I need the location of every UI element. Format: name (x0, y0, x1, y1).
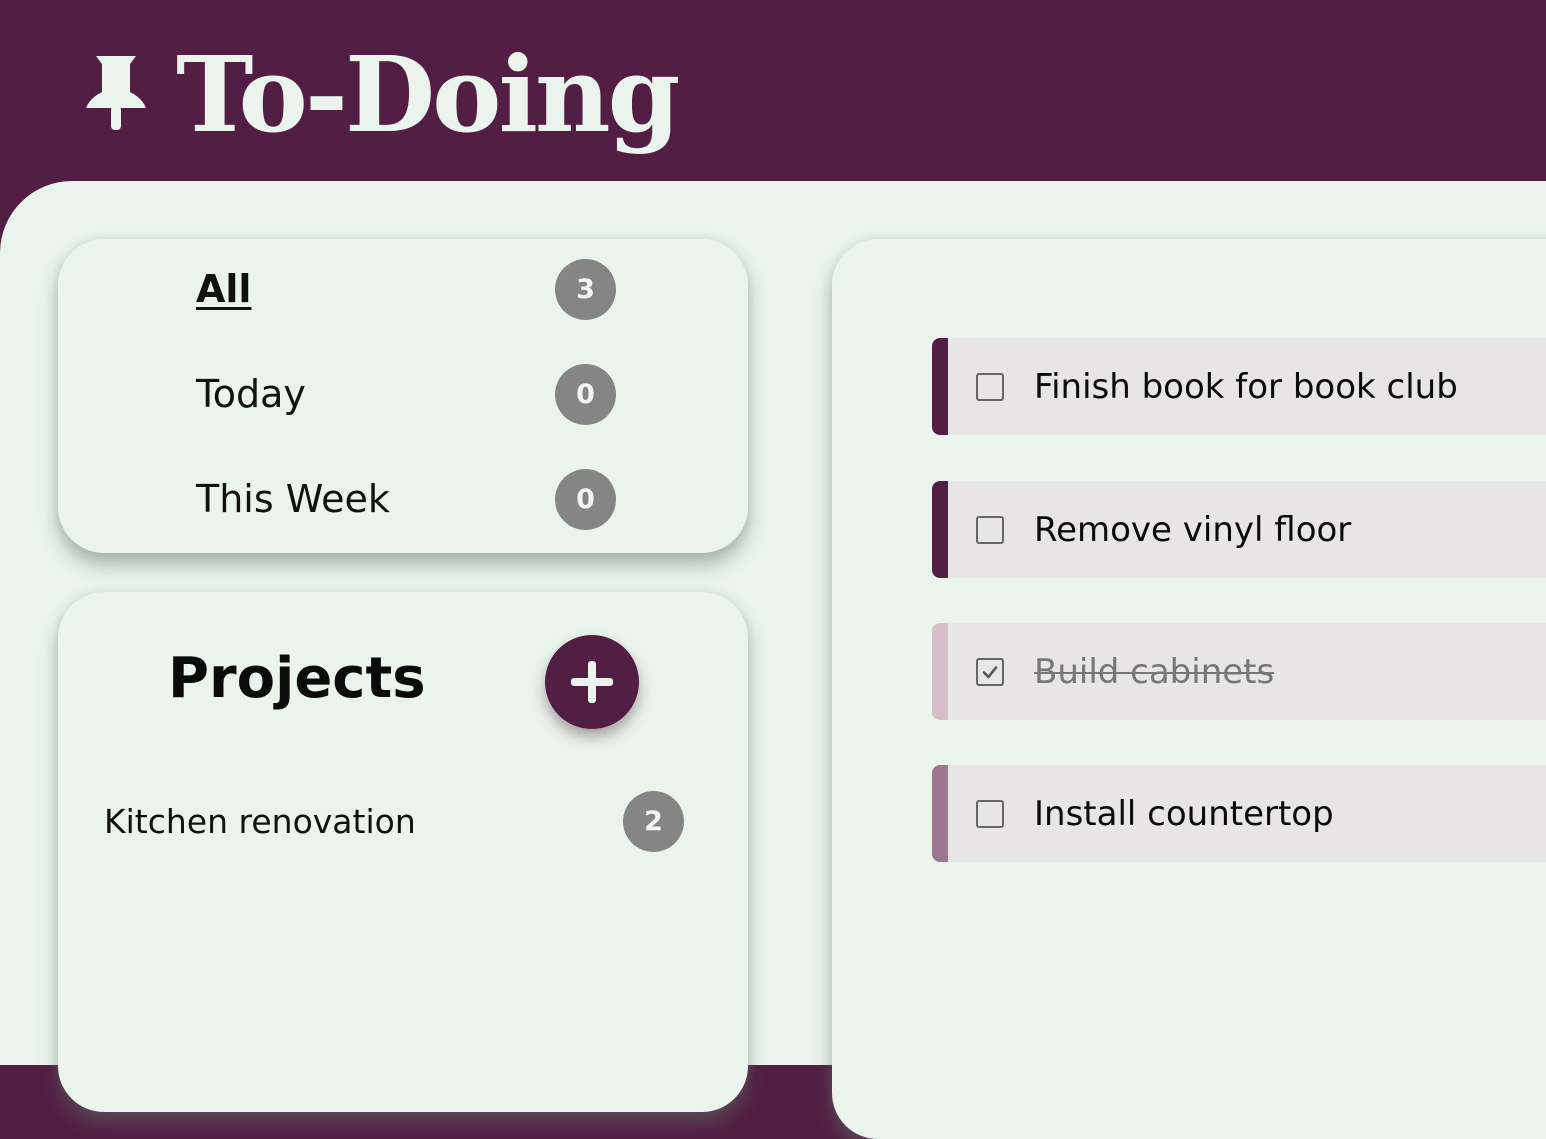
priority-stripe (932, 623, 948, 720)
projects-panel: Projects Kitchen renovation 2 (58, 592, 748, 1112)
pushpin-icon (86, 56, 146, 130)
priority-stripe (932, 765, 948, 862)
task-checkbox[interactable] (976, 515, 1004, 544)
count-badge: 0 (555, 363, 616, 425)
app-logo: To-Doing (84, 30, 680, 160)
task-text: Remove vinyl floor (1034, 509, 1352, 550)
checkmark-icon (982, 665, 998, 678)
project-name: Kitchen renovation (104, 801, 416, 841)
priority-stripe (932, 481, 948, 578)
task-checkbox[interactable] (976, 799, 1004, 828)
priority-stripe (932, 338, 948, 435)
task-text: Build cabinets (1034, 651, 1275, 692)
main-content: All 3 Today 0 This Week 0 Projects Kitch… (0, 181, 1546, 1139)
filter-today[interactable]: Today 0 (196, 363, 616, 425)
project-item-kitchen-renovation[interactable]: Kitchen renovation 2 (104, 790, 684, 852)
filter-label: All (196, 267, 252, 311)
task-item[interactable]: Finish book for book club (932, 338, 1546, 435)
task-item[interactable]: Build cabinets (932, 623, 1546, 720)
app-header: To-Doing (0, 0, 1546, 181)
projects-heading: Projects (168, 646, 426, 711)
filter-label: This Week (196, 477, 390, 521)
task-text: Install countertop (1034, 793, 1334, 834)
count-badge: 0 (555, 468, 616, 530)
count-badge: 2 (623, 790, 684, 852)
task-checkbox[interactable] (976, 372, 1004, 401)
tasks-panel: Finish book for book club Remove vinyl f… (832, 239, 1546, 1139)
filter-this-week[interactable]: This Week 0 (196, 468, 616, 530)
plus-icon (571, 661, 613, 703)
app-title: To-Doing (176, 33, 680, 156)
add-project-button[interactable] (545, 635, 639, 729)
task-item[interactable]: Remove vinyl floor (932, 481, 1546, 578)
count-badge: 3 (555, 258, 616, 320)
task-item[interactable]: Install countertop (932, 765, 1546, 862)
task-text: Finish book for book club (1034, 366, 1458, 407)
task-checkbox[interactable] (976, 657, 1004, 686)
filter-label: Today (196, 372, 306, 416)
filter-all[interactable]: All 3 (196, 258, 616, 320)
filters-panel: All 3 Today 0 This Week 0 (58, 239, 748, 553)
